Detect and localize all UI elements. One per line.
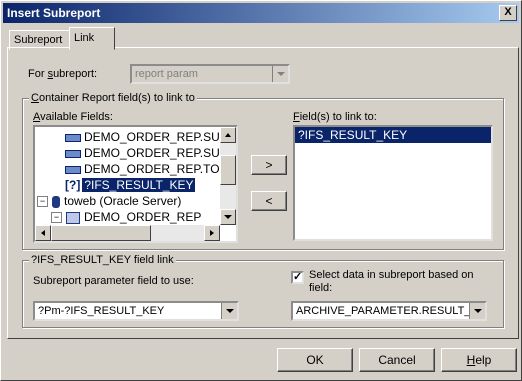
scroll-up-icon[interactable] — [220, 127, 236, 143]
collapse-icon[interactable]: − — [51, 212, 62, 224]
close-icon: X — [504, 6, 512, 18]
chevron-down-icon[interactable] — [272, 66, 288, 82]
fields-to-link-label: Field(s) to link to: — [293, 111, 377, 123]
cancel-button[interactable]: Cancel — [359, 348, 435, 372]
subreport-param-value: ?Pm-?IFS_RESULT_KEY — [38, 305, 165, 317]
subreport-field-select[interactable]: ARCHIVE_PARAMETER.RESULT_I — [291, 301, 487, 321]
tree-item[interactable]: DEMO_ORDER_REP.SU — [65, 129, 220, 145]
tree-item[interactable]: DEMO_ORDER_REP.TO — [65, 161, 220, 177]
insert-subreport-dialog: Insert Subreport X Subreport Link For su… — [0, 0, 522, 381]
tab-link-label: Link — [74, 32, 95, 44]
link-tab-panel: For subreport: report param Container Re… — [7, 47, 519, 339]
available-fields-label: Available Fields: — [33, 111, 113, 123]
scroll-left-icon[interactable] — [35, 225, 51, 241]
title-bar[interactable]: Insert Subreport X — [3, 3, 519, 23]
dialog-title: Insert Subreport — [7, 6, 101, 20]
subreport-param-label: Subreport parameter field to use: — [33, 275, 194, 287]
for-subreport-label: For subreport: — [28, 68, 98, 80]
subreport-field-value: ARCHIVE_PARAMETER.RESULT_I — [296, 305, 474, 317]
container-group-title: Container Report field(s) to link to — [29, 92, 197, 104]
for-subreport-select[interactable]: report param — [130, 64, 290, 84]
close-button[interactable]: X — [499, 5, 517, 21]
collapse-icon[interactable]: − — [37, 196, 48, 208]
field-icon — [65, 165, 81, 174]
select-data-label-line2: field: — [309, 282, 333, 294]
tree-item[interactable]: DEMO_ORDER_REP.SU — [65, 145, 220, 161]
tree-item[interactable]: − toweb (Oracle Server) — [37, 193, 181, 209]
scroll-right-icon[interactable] — [204, 225, 220, 241]
ok-button[interactable]: OK — [277, 348, 353, 372]
for-subreport-value: report param — [135, 68, 198, 80]
remove-link-button[interactable]: < — [251, 191, 287, 211]
horizontal-scroll-thumb[interactable] — [51, 225, 151, 241]
scroll-down-icon[interactable] — [220, 209, 236, 225]
list-item[interactable]: ?IFS_RESULT_KEY — [295, 127, 491, 143]
help-button[interactable]: Help — [441, 348, 517, 372]
available-fields-tree[interactable]: DEMO_ORDER_REP.SU DEMO_ORDER_REP.SU DEMO… — [33, 125, 238, 243]
chevron-down-icon[interactable] — [221, 303, 237, 319]
chevron-down-icon[interactable] — [469, 303, 485, 319]
tree-item[interactable]: − DEMO_ORDER_REP — [51, 209, 201, 225]
select-data-checkbox[interactable]: ✓ — [291, 271, 304, 284]
field-link-group-title: ?IFS_RESULT_KEY field link — [29, 254, 176, 266]
select-data-label-line1: Select data in subreport based on — [309, 269, 474, 281]
field-icon — [65, 149, 81, 158]
vertical-scrollbar[interactable] — [220, 127, 236, 225]
tab-link[interactable]: Link — [69, 27, 115, 50]
parameter-icon: [?] — [65, 178, 81, 192]
tab-subreport-label: Subreport — [14, 34, 63, 46]
horizontal-scrollbar[interactable] — [35, 225, 220, 241]
vertical-scroll-thumb[interactable] — [220, 155, 236, 185]
table-icon — [66, 211, 80, 224]
fields-to-link-list[interactable]: ?IFS_RESULT_KEY — [293, 125, 493, 241]
subreport-param-select[interactable]: ?Pm-?IFS_RESULT_KEY — [33, 301, 239, 321]
container-fields-group: Container Report field(s) to link to Ava… — [22, 92, 504, 250]
field-link-group: ?IFS_RESULT_KEY field link Subreport par… — [22, 254, 504, 328]
add-link-button[interactable]: > — [251, 155, 287, 175]
field-icon — [65, 133, 81, 142]
tree-item-selected[interactable]: [?] ?IFS_RESULT_KEY — [65, 177, 196, 193]
database-icon — [52, 195, 60, 208]
